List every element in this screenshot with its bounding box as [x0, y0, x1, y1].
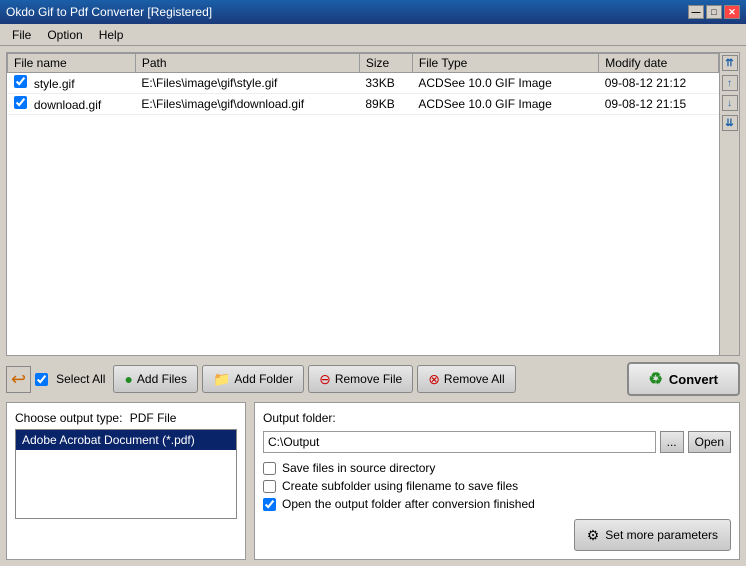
remove-all-icon: ⊗ [428, 371, 440, 388]
table-row: style.gif E:\Files\image\gif\style.gif 3… [8, 73, 719, 94]
remove-file-icon: ⊖ [319, 371, 331, 388]
checkboxes-area: Save files in source directory Create su… [263, 461, 731, 511]
col-filename: File name [8, 54, 136, 73]
menu-help[interactable]: Help [91, 26, 132, 44]
scroll-bottom-button[interactable]: ⇊ [722, 115, 738, 131]
minimize-button[interactable]: — [688, 5, 704, 19]
folder-input-row: ... Open [263, 431, 731, 453]
convert-icon: ♻ [649, 369, 663, 389]
cell-path: E:\Files\image\gif\download.gif [135, 94, 359, 115]
gear-icon: ⚙ [587, 527, 600, 544]
cell-size: 89KB [359, 94, 412, 115]
scroll-top-button[interactable]: ⇈ [722, 55, 738, 71]
main-panel: File name Path Size File Type Modify dat… [0, 46, 746, 566]
close-button[interactable]: ✕ [724, 5, 740, 19]
cell-path: E:\Files\image\gif\style.gif [135, 73, 359, 94]
col-filetype: File Type [412, 54, 598, 73]
remove-file-label: Remove File [335, 372, 402, 386]
cell-size: 33KB [359, 73, 412, 94]
cell-modifydate: 09-08-12 21:15 [599, 94, 719, 115]
select-all-checkbox[interactable] [35, 373, 48, 386]
output-type-label: Choose output type: PDF File [15, 411, 237, 425]
file-table-body: style.gif E:\Files\image\gif\style.gif 3… [8, 73, 719, 115]
menu-option[interactable]: Option [39, 26, 90, 44]
browse-button[interactable]: ... [660, 431, 684, 453]
filename-text: download.gif [34, 98, 101, 112]
file-table-wrapper[interactable]: File name Path Size File Type Modify dat… [7, 53, 719, 355]
open-folder-button[interactable]: Open [688, 431, 731, 453]
select-all-area: Select All [35, 372, 105, 386]
col-modifydate: Modify date [599, 54, 719, 73]
cell-filetype: ACDSee 10.0 GIF Image [412, 94, 598, 115]
back-button[interactable]: ↩ [6, 366, 31, 393]
folder-path-input[interactable] [263, 431, 656, 453]
output-section: Choose output type: PDF File Adobe Acrob… [6, 402, 740, 560]
cell-filename: download.gif [8, 94, 136, 115]
checkbox-source-dir[interactable] [263, 462, 276, 475]
output-folder-label: Output folder: [263, 411, 731, 425]
add-folder-label: Add Folder [234, 372, 293, 386]
menu-file[interactable]: File [4, 26, 39, 44]
add-files-button[interactable]: ● Add Files [113, 365, 198, 393]
row-checkbox-1[interactable] [14, 96, 27, 109]
file-table: File name Path Size File Type Modify dat… [7, 53, 719, 115]
cell-filetype: ACDSee 10.0 GIF Image [412, 73, 598, 94]
scroll-panel: ⇈ ↑ ↓ ⇊ [719, 53, 739, 355]
pdf-option-acrobat[interactable]: Adobe Acrobat Document (*.pdf) [16, 430, 236, 450]
add-folder-icon: 📁 [213, 371, 230, 388]
title-text: Okdo Gif to Pdf Converter [Registered] [6, 5, 212, 19]
params-label: Set more parameters [605, 528, 718, 542]
cell-filename: style.gif [8, 73, 136, 94]
checkbox-open-after-label: Open the output folder after conversion … [282, 497, 535, 511]
col-path: Path [135, 54, 359, 73]
output-type-panel: Choose output type: PDF File Adobe Acrob… [6, 402, 246, 560]
bottom-toolbar: ↩ Select All ● Add Files 📁 Add Folder ⊖ … [6, 362, 740, 396]
col-size: Size [359, 54, 412, 73]
title-bar-buttons: — □ ✕ [688, 5, 740, 19]
convert-label: Convert [669, 372, 718, 387]
add-files-icon: ● [124, 371, 132, 387]
output-folder-panel: Output folder: ... Open Save files in so… [254, 402, 740, 560]
pdf-listbox[interactable]: Adobe Acrobat Document (*.pdf) [15, 429, 237, 519]
remove-all-button[interactable]: ⊗ Remove All [417, 365, 515, 393]
cell-modifydate: 09-08-12 21:12 [599, 73, 719, 94]
table-row: download.gif E:\Files\image\gif\download… [8, 94, 719, 115]
remove-file-button[interactable]: ⊖ Remove File [308, 365, 413, 393]
convert-button[interactable]: ♻ Convert [627, 362, 740, 396]
set-params-button[interactable]: ⚙ Set more parameters [574, 519, 731, 551]
add-files-label: Add Files [137, 372, 187, 386]
checkbox-row-2: Open the output folder after conversion … [263, 497, 731, 511]
add-folder-button[interactable]: 📁 Add Folder [202, 365, 304, 393]
select-all-label[interactable]: Select All [56, 372, 105, 386]
checkbox-open-after[interactable] [263, 498, 276, 511]
restore-button[interactable]: □ [706, 5, 722, 19]
filename-text: style.gif [34, 77, 75, 91]
scroll-up-button[interactable]: ↑ [722, 75, 738, 91]
title-bar: Okdo Gif to Pdf Converter [Registered] —… [0, 0, 746, 24]
scroll-down-button[interactable]: ↓ [722, 95, 738, 111]
checkbox-row-0: Save files in source directory [263, 461, 731, 475]
checkbox-subfolder[interactable] [263, 480, 276, 493]
bottom-actions-row: ⚙ Set more parameters [263, 515, 731, 551]
file-list-container: File name Path Size File Type Modify dat… [6, 52, 740, 356]
checkbox-source-dir-label: Save files in source directory [282, 461, 435, 475]
remove-all-label: Remove All [444, 372, 505, 386]
checkbox-subfolder-label: Create subfolder using filename to save … [282, 479, 518, 493]
checkbox-row-1: Create subfolder using filename to save … [263, 479, 731, 493]
row-checkbox-0[interactable] [14, 75, 27, 88]
menu-bar: File Option Help [0, 24, 746, 46]
